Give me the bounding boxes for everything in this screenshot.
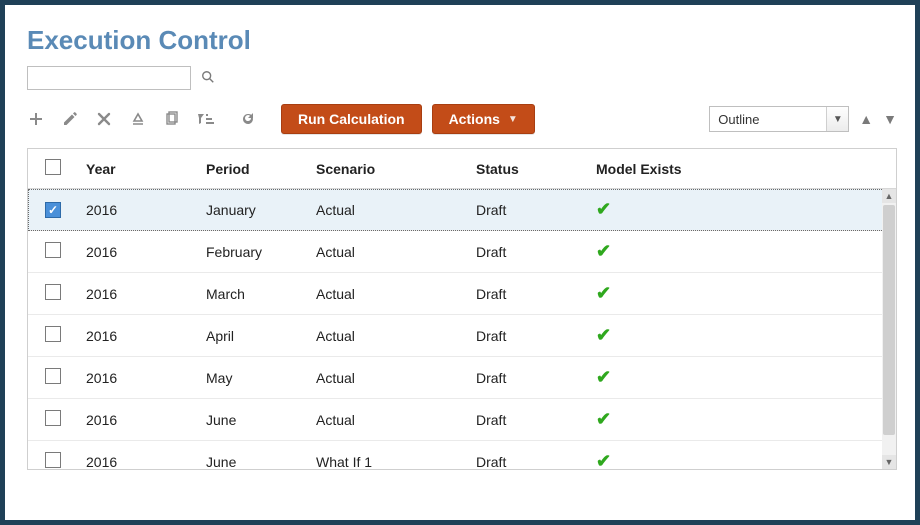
cell-year: 2016 <box>78 189 198 231</box>
cell-year: 2016 <box>78 315 198 357</box>
table-row[interactable]: 2016AprilActualDraft ✔ <box>28 315 896 357</box>
caret-down-icon: ▼ <box>508 114 518 125</box>
search-row <box>27 66 897 90</box>
table-row[interactable]: 2016MarchActualDraft ✔ <box>28 273 896 315</box>
check-icon: ✔ <box>596 367 611 387</box>
view-select-value: Outline <box>710 112 826 127</box>
scroll-up-icon[interactable]: ▲ <box>882 189 896 203</box>
cell-period: May <box>198 357 308 399</box>
cell-model-exists: ✔ <box>588 441 896 471</box>
cell-period: April <box>198 315 308 357</box>
check-icon: ✔ <box>596 283 611 303</box>
check-icon: ✔ <box>596 199 611 219</box>
row-checkbox[interactable]: ✓ <box>45 202 61 218</box>
run-calculation-label: Run Calculation <box>298 111 405 127</box>
select-all-checkbox[interactable] <box>45 159 61 175</box>
col-period[interactable]: Period <box>198 149 308 189</box>
table-row[interactable]: 2016JuneWhat If 1Draft ✔ <box>28 441 896 471</box>
col-status[interactable]: Status <box>468 149 588 189</box>
check-icon: ✔ <box>596 325 611 345</box>
col-model-exists[interactable]: Model Exists <box>588 149 896 189</box>
cell-period: February <box>198 231 308 273</box>
delete-icon[interactable] <box>95 110 113 128</box>
table-row[interactable]: 2016FebruaryActualDraft ✔ <box>28 231 896 273</box>
cell-status: Draft <box>468 273 588 315</box>
actions-button[interactable]: Actions ▼ <box>432 104 535 134</box>
app-frame: Execution Control <box>0 0 920 525</box>
check-icon: ✔ <box>596 409 611 429</box>
cell-year: 2016 <box>78 231 198 273</box>
cell-year: 2016 <box>78 441 198 471</box>
vertical-scrollbar[interactable]: ▲ ▼ <box>882 189 896 469</box>
table-wrap: Year Period Scenario Status Model Exists… <box>27 148 897 470</box>
page-title: Execution Control <box>27 25 897 56</box>
filter-icon[interactable] <box>197 110 215 128</box>
copy-icon[interactable] <box>163 110 181 128</box>
actions-label: Actions <box>449 111 500 127</box>
check-icon: ✔ <box>596 241 611 261</box>
row-checkbox[interactable] <box>45 452 61 468</box>
cell-period: March <box>198 273 308 315</box>
cell-period: June <box>198 399 308 441</box>
execution-table: Year Period Scenario Status Model Exists… <box>28 149 896 470</box>
cell-year: 2016 <box>78 399 198 441</box>
table-header-row: Year Period Scenario Status Model Exists <box>28 149 896 189</box>
move-down-icon[interactable]: ▼ <box>883 111 897 127</box>
cell-scenario: Actual <box>308 357 468 399</box>
refresh-icon[interactable] <box>239 110 257 128</box>
scroll-down-icon[interactable]: ▼ <box>882 455 896 469</box>
view-select[interactable]: Outline ▼ <box>709 106 849 132</box>
add-icon[interactable] <box>27 110 45 128</box>
cell-status: Draft <box>468 399 588 441</box>
run-calculation-button[interactable]: Run Calculation <box>281 104 422 134</box>
cell-year: 2016 <box>78 273 198 315</box>
row-checkbox[interactable] <box>45 242 61 258</box>
tool-icons <box>27 110 257 128</box>
table-row[interactable]: ✓ 2016JanuaryActualDraft ✔ <box>28 189 896 231</box>
cell-scenario: What If 1 <box>308 441 468 471</box>
cell-year: 2016 <box>78 357 198 399</box>
move-up-icon[interactable]: ▲ <box>859 111 873 127</box>
search-input[interactable] <box>27 66 191 90</box>
check-icon: ✔ <box>596 451 611 470</box>
cell-scenario: Actual <box>308 399 468 441</box>
cell-status: Draft <box>468 315 588 357</box>
toolbar: Run Calculation Actions ▼ Outline ▼ ▲ ▼ <box>27 104 897 134</box>
cell-model-exists: ✔ <box>588 399 896 441</box>
scroll-thumb[interactable] <box>883 205 895 435</box>
clear-icon[interactable] <box>129 110 147 128</box>
row-checkbox[interactable] <box>45 410 61 426</box>
cell-model-exists: ✔ <box>588 189 896 231</box>
table-row[interactable]: 2016MayActualDraft ✔ <box>28 357 896 399</box>
cell-period: January <box>198 189 308 231</box>
cell-status: Draft <box>468 441 588 471</box>
cell-status: Draft <box>468 189 588 231</box>
table-row[interactable]: 2016JuneActualDraft ✔ <box>28 399 896 441</box>
row-checkbox[interactable] <box>45 326 61 342</box>
cell-scenario: Actual <box>308 231 468 273</box>
col-scenario[interactable]: Scenario <box>308 149 468 189</box>
cell-scenario: Actual <box>308 273 468 315</box>
cell-model-exists: ✔ <box>588 357 896 399</box>
cell-scenario: Actual <box>308 189 468 231</box>
cell-model-exists: ✔ <box>588 273 896 315</box>
col-year[interactable]: Year <box>78 149 198 189</box>
row-checkbox[interactable] <box>45 284 61 300</box>
edit-icon[interactable] <box>61 110 79 128</box>
cell-period: June <box>198 441 308 471</box>
cell-model-exists: ✔ <box>588 315 896 357</box>
row-checkbox[interactable] <box>45 368 61 384</box>
search-icon[interactable] <box>201 70 215 87</box>
cell-status: Draft <box>468 231 588 273</box>
cell-status: Draft <box>468 357 588 399</box>
cell-model-exists: ✔ <box>588 231 896 273</box>
chevron-down-icon: ▼ <box>826 107 848 131</box>
cell-scenario: Actual <box>308 315 468 357</box>
